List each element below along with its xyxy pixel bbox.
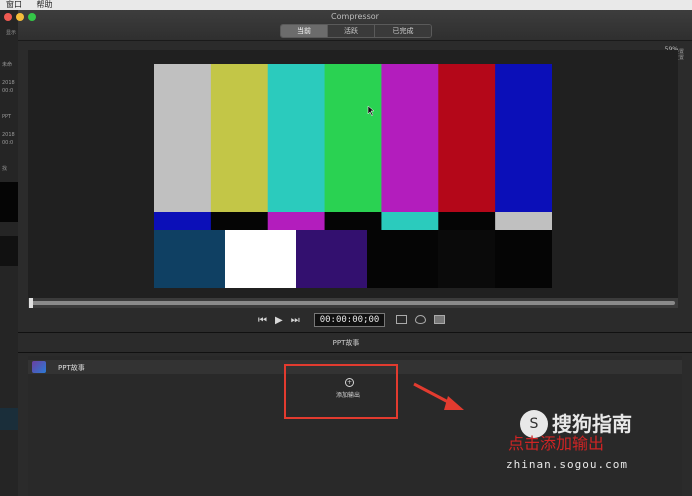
divider bbox=[18, 352, 692, 353]
view-toggle-icon[interactable] bbox=[396, 315, 407, 324]
timeline-track bbox=[31, 301, 675, 305]
titlebar: Compressor 当前 活跃 已完成 bbox=[4, 10, 692, 41]
bot-row-bar bbox=[511, 230, 552, 288]
mid-row-bar bbox=[438, 212, 496, 230]
top-row-bar bbox=[210, 64, 269, 212]
annotation-text: 点击添加输出 bbox=[508, 434, 605, 453]
menubar: 窗口 帮助 bbox=[0, 0, 692, 10]
mid-row-bar bbox=[267, 212, 326, 230]
tab-completed[interactable]: 已完成 bbox=[375, 25, 431, 37]
job-date-1: 2018 bbox=[2, 80, 15, 86]
job-title-1: 未命 bbox=[2, 62, 13, 68]
add-output-button[interactable]: 添加输出 bbox=[318, 390, 378, 399]
top-row-bar bbox=[381, 64, 439, 212]
job-time-2: 00:0 bbox=[2, 140, 14, 146]
skip-forward-icon[interactable]: ⏭ bbox=[291, 315, 300, 326]
compare-toggle-icon[interactable] bbox=[434, 315, 445, 324]
job-title-2: PPT bbox=[2, 114, 12, 120]
close-button[interactable] bbox=[4, 13, 12, 21]
job-date-2: 2018 bbox=[2, 132, 15, 138]
mid-row-bar bbox=[210, 212, 269, 230]
top-row-bar bbox=[495, 64, 552, 212]
timeline-scrubber[interactable] bbox=[28, 298, 678, 308]
bot-row-bar bbox=[154, 230, 226, 288]
timecode-display[interactable]: 00:00:00;00 bbox=[313, 313, 386, 327]
thumbnail-3 bbox=[0, 408, 18, 430]
top-row-bar bbox=[267, 64, 326, 212]
bot-row-bar bbox=[495, 230, 512, 288]
watermark-url: zhinan.sogou.com bbox=[506, 458, 628, 471]
mid-row-bar bbox=[495, 212, 552, 230]
playhead[interactable] bbox=[29, 298, 33, 308]
top-row-bar bbox=[154, 64, 212, 212]
color-bars-preview bbox=[154, 64, 552, 288]
divider bbox=[18, 332, 692, 333]
left-sidebar: 显示 未命 2018 00:0 PPT 2018 00:0 找 bbox=[0, 10, 18, 496]
show-label[interactable]: 显示 bbox=[6, 30, 16, 36]
skip-back-icon[interactable]: ⏮ bbox=[258, 315, 267, 326]
thumbnail-1 bbox=[0, 182, 18, 222]
tab-current[interactable]: 当前 bbox=[281, 25, 328, 37]
transport-controls: ⏮ ▶ ⏭ 00:00:00;00 bbox=[258, 312, 386, 328]
tab-active[interactable]: 活跃 bbox=[328, 25, 375, 37]
bot-row-bar bbox=[225, 230, 297, 288]
bot-row-bar bbox=[438, 230, 496, 288]
final-cut-icon bbox=[32, 361, 46, 373]
menu-help[interactable]: 帮助 bbox=[37, 0, 53, 9]
play-icon[interactable]: ▶ bbox=[275, 315, 283, 326]
mid-row-bar bbox=[154, 212, 212, 230]
bot-row-bar bbox=[367, 230, 439, 288]
mid-row-bar bbox=[381, 212, 439, 230]
window-title: Compressor bbox=[331, 12, 379, 21]
top-row-bar bbox=[438, 64, 496, 212]
arrow-annotation-icon bbox=[413, 382, 464, 410]
top-row-bar bbox=[324, 64, 382, 212]
job-title-3: 找 bbox=[2, 166, 8, 172]
job-label: PPT故事 bbox=[58, 364, 85, 372]
job-time-1: 00:0 bbox=[2, 88, 14, 94]
view-controls bbox=[396, 315, 453, 324]
plus-circle-icon[interactable]: + bbox=[345, 378, 354, 387]
menu-window[interactable]: 窗口 bbox=[6, 0, 22, 9]
segmented-tabs: 当前 活跃 已完成 bbox=[280, 24, 432, 38]
section-title: PPT故事 bbox=[332, 339, 360, 347]
overlay-toggle-icon[interactable] bbox=[415, 315, 426, 324]
mid-row-bar bbox=[324, 212, 382, 230]
bot-row-bar bbox=[296, 230, 368, 288]
thumbnail-2 bbox=[0, 236, 18, 266]
